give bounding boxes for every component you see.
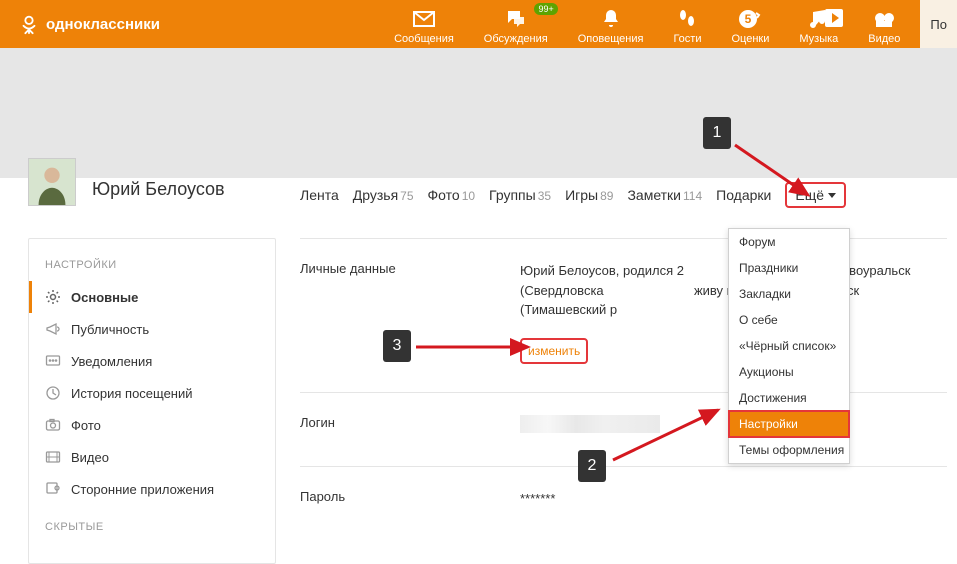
sidebar-item-photo[interactable]: Фото (29, 409, 275, 441)
field-label: Логин (300, 415, 520, 439)
film-icon (45, 449, 61, 465)
bell-icon (599, 7, 623, 31)
nav-label: Гости (673, 33, 701, 45)
annotation-1: 1 (703, 117, 731, 149)
login-value-blurred (520, 415, 660, 433)
top-nav: Сообщения 99+ Обсуждения Оповещения Гост… (394, 3, 900, 45)
gear-icon (45, 289, 61, 305)
sidebar-item-history[interactable]: История посещений (29, 377, 275, 409)
sidebar-item-label: Фото (71, 418, 101, 433)
field-label: Пароль (300, 489, 520, 509)
tab-groups[interactable]: Группы35 (489, 187, 551, 203)
tab-friends[interactable]: Друзья75 (353, 187, 414, 203)
envelope-icon (412, 7, 436, 31)
tab-gifts[interactable]: Подарки (716, 187, 771, 203)
sidebar-item-label: Сторонние приложения (71, 482, 214, 497)
logo[interactable]: одноклассники (18, 13, 160, 35)
video-icon (872, 7, 896, 31)
svg-text:5: 5 (745, 12, 752, 26)
annotation-3: 3 (383, 330, 411, 362)
tab-photos[interactable]: Фото10 (428, 187, 476, 203)
profile-tabs: Лента Друзья75 Фото10 Группы35 Игры89 За… (300, 182, 846, 208)
nav-label: Сообщения (394, 33, 454, 45)
dd-item-forum[interactable]: Форум (729, 229, 849, 255)
dd-item-achievements[interactable]: Достижения (729, 385, 849, 411)
clock-icon (45, 385, 61, 401)
sidebar-item-apps[interactable]: Сторонние приложения (29, 473, 275, 505)
dd-item-themes[interactable]: Темы оформления (729, 437, 849, 463)
nav-label: Оценки (731, 33, 769, 45)
nav-label: Оповещения (578, 33, 644, 45)
profile-tabs-row: Лента Друзья75 Фото10 Группы35 Игры89 За… (0, 182, 957, 208)
logo-text: одноклассники (46, 16, 160, 33)
nav-label: Видео (868, 33, 900, 45)
cover-banner (0, 48, 957, 178)
nav-notifications[interactable]: Оповещения (578, 7, 644, 45)
nav-badge: 99+ (534, 3, 557, 15)
megaphone-icon (45, 321, 61, 337)
sidebar-item-label: Видео (71, 450, 109, 465)
message-icon (45, 353, 61, 369)
sidebar-item-label: Уведомления (71, 354, 152, 369)
settings-content: Личные данные Юрий Белоусов, родился 2 г… (276, 238, 957, 564)
tab-games[interactable]: Игры89 (565, 187, 613, 203)
annotation-2: 2 (578, 450, 606, 482)
nav-label: Музыка (799, 33, 838, 45)
header-right-button[interactable]: По (920, 0, 957, 48)
dd-item-auctions[interactable]: Аукционы (729, 359, 849, 385)
tab-feed[interactable]: Лента (300, 187, 339, 203)
sidebar-item-publicity[interactable]: Публичность (29, 313, 275, 345)
dd-item-blacklist[interactable]: «Чёрный список» (729, 333, 849, 359)
chevron-down-icon (828, 193, 836, 198)
nav-guests[interactable]: Гости (673, 7, 701, 45)
dd-item-holidays[interactable]: Праздники (729, 255, 849, 281)
sidebar-item-label: История посещений (71, 386, 193, 401)
sidebar-heading: НАСТРОЙКИ (29, 253, 275, 281)
chat-icon (504, 7, 528, 31)
nav-ratings[interactable]: 5 Оценки (731, 7, 769, 45)
dd-item-about[interactable]: О себе (729, 307, 849, 333)
field-value: ******* (520, 489, 947, 509)
sidebar-item-label: Публичность (71, 322, 149, 337)
sidebar-item-video[interactable]: Видео (29, 441, 275, 473)
play-icon (825, 9, 843, 27)
camera-icon (45, 417, 61, 433)
ok-logo-icon (18, 13, 40, 35)
sidebar-item-label: Основные (71, 290, 138, 305)
more-dropdown: Форум Праздники Закладки О себе «Чёрный … (728, 228, 850, 464)
nav-discussions[interactable]: 99+ Обсуждения (484, 7, 548, 45)
tab-notes[interactable]: Заметки114 (627, 187, 702, 203)
sidebar-item-main[interactable]: Основные (29, 281, 275, 313)
nav-video[interactable]: Видео (868, 7, 900, 45)
nav-label: Обсуждения (484, 33, 548, 45)
footsteps-icon (675, 7, 699, 31)
puzzle-icon (45, 481, 61, 497)
more-label: Ещё (795, 187, 824, 203)
dd-item-settings[interactable]: Настройки (728, 410, 850, 438)
tab-more-button[interactable]: Ещё (785, 182, 846, 208)
five-icon: 5 (738, 7, 762, 31)
nav-music[interactable]: Музыка (799, 7, 838, 45)
section-password: Пароль ******* (300, 466, 947, 537)
nav-messages[interactable]: Сообщения (394, 7, 454, 45)
change-link[interactable]: изменить (520, 338, 588, 364)
dd-item-bookmarks[interactable]: Закладки (729, 281, 849, 307)
sidebar-heading-hidden: СКРЫТЫЕ (29, 515, 275, 543)
settings-sidebar: НАСТРОЙКИ Основные Публичность Уведомлен… (28, 238, 276, 564)
top-header: одноклассники Сообщения 99+ Обсуждения О… (0, 0, 957, 48)
sidebar-item-notify[interactable]: Уведомления (29, 345, 275, 377)
